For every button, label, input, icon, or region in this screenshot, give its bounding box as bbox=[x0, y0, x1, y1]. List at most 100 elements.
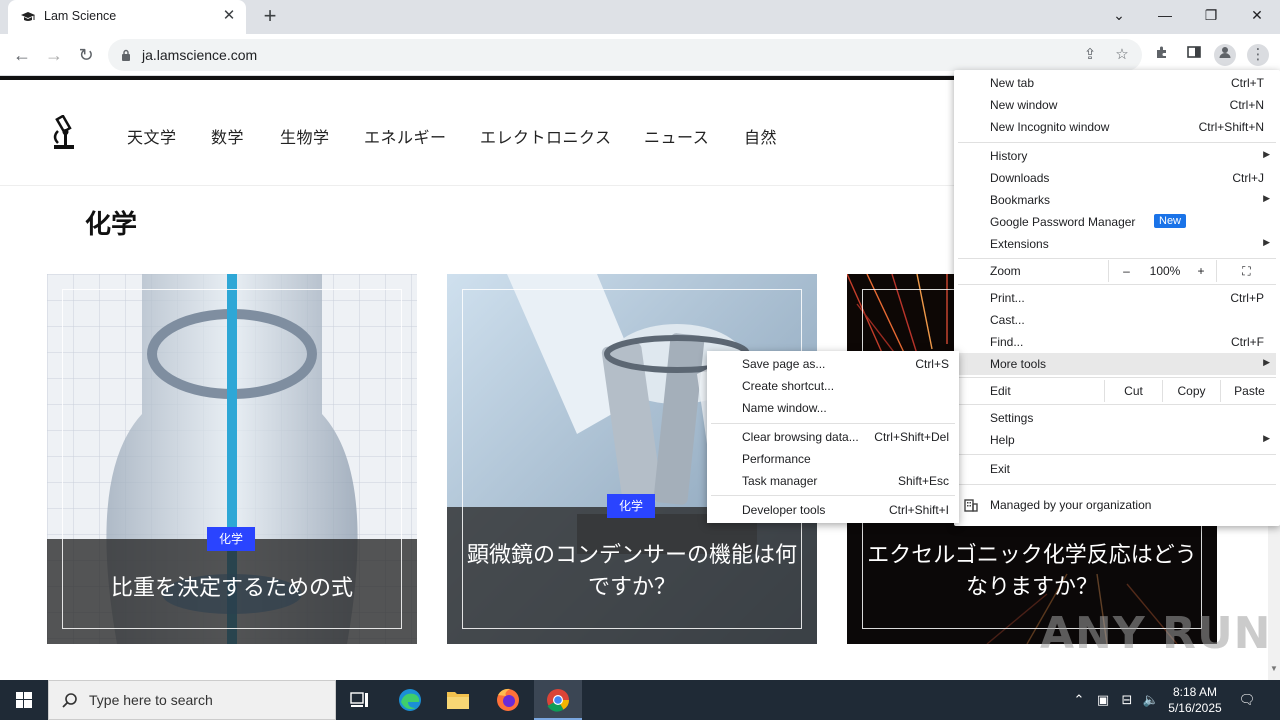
card-title[interactable]: 顕微鏡のコンデンサーの機能は何ですか？ bbox=[467, 539, 797, 603]
microscope-logo-icon[interactable] bbox=[48, 115, 78, 151]
star-icon[interactable]: ☆ bbox=[1112, 45, 1132, 65]
forward-icon[interactable]: → bbox=[41, 42, 67, 68]
volume-icon[interactable]: 🔈 bbox=[1142, 691, 1160, 709]
menu-item-more-tools[interactable]: More tools ▶ bbox=[958, 353, 1276, 375]
menu-item-extensions[interactable]: Extensions ▶ bbox=[958, 233, 1276, 255]
menu-label: History bbox=[990, 149, 1028, 163]
menu-label: Create shortcut... bbox=[742, 379, 835, 393]
address-bar[interactable]: ja.lamscience.com ⇪ ☆ bbox=[108, 39, 1142, 71]
section-title: 化学 bbox=[85, 209, 138, 239]
restore-button[interactable]: ❐ bbox=[1188, 0, 1234, 30]
menu-item-edit: Edit Cut Copy Paste bbox=[958, 380, 1276, 402]
nav-energy[interactable]: エネルギー bbox=[364, 124, 447, 148]
copy-button[interactable]: Copy bbox=[1162, 380, 1220, 402]
nav-astronomy[interactable]: 天文学 bbox=[127, 124, 177, 148]
search-icon bbox=[62, 693, 77, 708]
submenu-item-clear-browsing-data[interactable]: Clear browsing data... Ctrl+Shift+Del bbox=[711, 426, 955, 448]
category-badge[interactable]: 化学 bbox=[207, 527, 255, 551]
scroll-down-icon[interactable]: ▼ bbox=[1268, 664, 1280, 678]
close-window-button[interactable]: ✕ bbox=[1234, 0, 1280, 30]
cut-button[interactable]: Cut bbox=[1104, 380, 1162, 402]
menu-label: Find... bbox=[990, 335, 1024, 349]
clock-date: 5/16/2025 bbox=[1168, 701, 1222, 715]
menu-shortcut: Ctrl+J bbox=[1232, 171, 1264, 185]
menu-item-cast[interactable]: Cast... bbox=[958, 309, 1276, 331]
menu-label: Google Password Manager bbox=[990, 215, 1136, 229]
new-badge: New bbox=[1154, 214, 1187, 228]
back-icon[interactable]: ← bbox=[9, 42, 35, 68]
menu-separator bbox=[958, 284, 1276, 285]
file-explorer-icon[interactable] bbox=[434, 680, 482, 720]
menu-item-print[interactable]: Print... Ctrl+P bbox=[958, 287, 1276, 309]
notifications-icon[interactable]: 🗨 bbox=[1238, 691, 1256, 709]
menu-separator bbox=[711, 423, 955, 424]
taskbar-clock[interactable]: 8:18 AM 5/16/2025 bbox=[1160, 684, 1230, 716]
submenu-item-task-manager[interactable]: Task manager Shift+Esc bbox=[711, 470, 955, 492]
menu-icon[interactable]: ⋮ bbox=[1247, 44, 1269, 66]
menu-label: Performance bbox=[742, 452, 811, 466]
card-title[interactable]: エクセルゴニック化学反応はどうなりますか？ bbox=[867, 539, 1197, 603]
submenu-item-save-page[interactable]: Save page as... Ctrl+S bbox=[711, 353, 955, 375]
menu-label: Clear browsing data... bbox=[742, 430, 859, 444]
menu-separator bbox=[958, 404, 1276, 405]
search-placeholder: Type here to search bbox=[89, 692, 213, 708]
reload-icon[interactable]: ↻ bbox=[73, 42, 99, 68]
submenu-arrow-icon: ▶ bbox=[1263, 433, 1270, 443]
menu-label: Downloads bbox=[990, 171, 1050, 185]
tab-search-icon[interactable]: ⌄ bbox=[1096, 0, 1142, 30]
zoom-out-button[interactable]: – bbox=[1108, 260, 1144, 282]
submenu-arrow-icon: ▶ bbox=[1263, 193, 1270, 203]
nav-math[interactable]: 数学 bbox=[211, 124, 244, 148]
nav-news[interactable]: ニュース bbox=[644, 124, 709, 148]
menu-item-bookmarks[interactable]: Bookmarks ▶ bbox=[958, 189, 1276, 211]
menu-item-password-manager[interactable]: Google Password Manager New bbox=[958, 211, 1276, 233]
card-title[interactable]: 比重を決定するための式 bbox=[67, 572, 397, 604]
menu-item-help[interactable]: Help ▶ bbox=[958, 429, 1276, 451]
menu-item-find[interactable]: Find... Ctrl+F bbox=[958, 331, 1276, 353]
menu-label: New Incognito window bbox=[990, 120, 1110, 134]
device-icon[interactable]: ▣ bbox=[1094, 691, 1112, 709]
minimize-button[interactable]: — bbox=[1142, 0, 1188, 30]
extensions-icon[interactable] bbox=[1151, 44, 1173, 66]
menu-label: Managed by your organization bbox=[990, 498, 1152, 512]
menu-shortcut: Ctrl+T bbox=[1231, 76, 1264, 90]
category-badge[interactable]: 化学 bbox=[607, 494, 655, 518]
submenu-item-create-shortcut[interactable]: Create shortcut... bbox=[711, 375, 955, 397]
new-tab-button[interactable]: + bbox=[258, 5, 282, 29]
nav-biology[interactable]: 生物学 bbox=[280, 124, 330, 148]
sidepanel-icon[interactable] bbox=[1183, 44, 1205, 66]
clock-time: 8:18 AM bbox=[1172, 685, 1218, 699]
anyrun-watermark: ANY RUN bbox=[1040, 608, 1272, 659]
menu-item-new-window[interactable]: New window Ctrl+N bbox=[958, 94, 1276, 116]
edge-icon[interactable] bbox=[386, 680, 434, 720]
menu-item-new-tab[interactable]: New tab Ctrl+T bbox=[958, 72, 1276, 94]
submenu-item-performance[interactable]: Performance bbox=[711, 448, 955, 470]
menu-label: Cast... bbox=[990, 313, 1025, 327]
chrome-taskbar-icon[interactable] bbox=[534, 680, 582, 720]
paste-button[interactable]: Paste bbox=[1220, 380, 1278, 402]
profile-icon[interactable] bbox=[1214, 44, 1236, 66]
network-icon[interactable]: ⊟ bbox=[1118, 691, 1136, 709]
submenu-item-developer-tools[interactable]: Developer tools Ctrl+Shift+I bbox=[711, 499, 955, 521]
start-button[interactable] bbox=[0, 680, 48, 720]
fullscreen-icon[interactable]: ⛶ bbox=[1216, 260, 1276, 282]
nav-nature[interactable]: 自然 bbox=[744, 124, 777, 148]
menu-item-settings[interactable]: Settings bbox=[958, 407, 1276, 429]
zoom-in-button[interactable]: + bbox=[1186, 260, 1216, 282]
menu-item-history[interactable]: History ▶ bbox=[958, 145, 1276, 167]
browser-tab[interactable]: Lam Science ✕ bbox=[8, 0, 246, 34]
task-view-icon[interactable] bbox=[336, 680, 384, 720]
menu-label: Bookmarks bbox=[990, 193, 1051, 207]
nav-electronics[interactable]: エレクトロニクス bbox=[480, 124, 612, 148]
firefox-icon[interactable] bbox=[484, 680, 532, 720]
menu-item-downloads[interactable]: Downloads Ctrl+J bbox=[958, 167, 1276, 189]
share-icon[interactable]: ⇪ bbox=[1080, 45, 1100, 65]
close-tab-icon[interactable]: ✕ bbox=[220, 7, 238, 25]
menu-item-managed[interactable]: Managed by your organization bbox=[958, 494, 1276, 516]
menu-item-new-incognito[interactable]: New Incognito window Ctrl+Shift+N bbox=[958, 116, 1276, 138]
article-card[interactable]: 化学 比重を決定するための式 bbox=[47, 274, 417, 644]
menu-item-exit[interactable]: Exit bbox=[958, 458, 1276, 480]
tray-chevron-up-icon[interactable]: ⌃ bbox=[1070, 691, 1088, 709]
submenu-item-name-window[interactable]: Name window... bbox=[711, 397, 955, 419]
taskbar-search[interactable]: Type here to search bbox=[48, 680, 336, 720]
